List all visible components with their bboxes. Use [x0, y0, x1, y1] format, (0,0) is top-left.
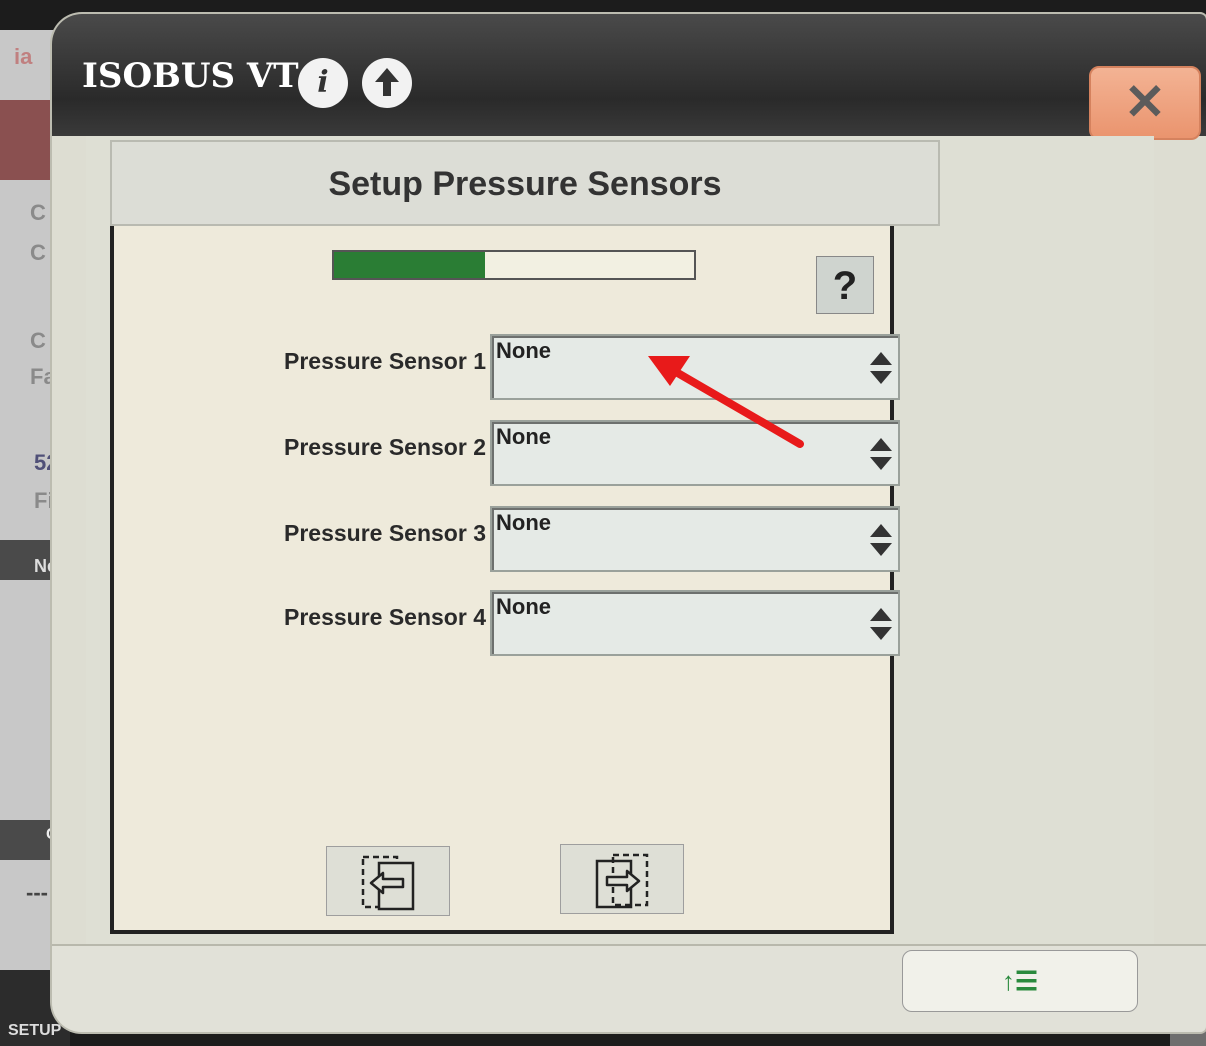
upload-icon[interactable] [362, 58, 412, 108]
sensor-row-4: Pressure Sensor 4 None [114, 590, 904, 656]
app-title: ISOBUS VT [82, 56, 299, 96]
sensor-row-3: Pressure Sensor 3 None [114, 506, 904, 572]
dropdown-value: None [496, 338, 551, 363]
up-down-arrows-icon [870, 608, 892, 640]
upload-arrow-icon [375, 68, 399, 96]
footer-menu-button[interactable]: ↑☰ [902, 950, 1138, 1012]
background-text: C [30, 240, 46, 265]
background-text: C [30, 200, 46, 225]
background-text: ia [14, 44, 33, 69]
sensor-label: Pressure Sensor 2 [283, 434, 486, 460]
back-page-icon [361, 855, 415, 911]
progress-fill [334, 252, 486, 278]
background-text: Fi [34, 488, 54, 513]
dropdown-value: None [496, 424, 551, 449]
sensor-label: Pressure Sensor 4 [283, 604, 486, 630]
back-page-button[interactable] [326, 846, 450, 916]
sensor-label: Pressure Sensor 1 [283, 348, 486, 374]
info-icon[interactable]: i [298, 58, 348, 108]
sensor-2-dropdown[interactable]: None [490, 420, 900, 486]
next-page-button[interactable] [560, 844, 684, 914]
up-down-arrows-icon [870, 352, 892, 384]
progress-bar [332, 250, 696, 280]
dialog-footer: ↑☰ [52, 944, 1206, 1032]
sensor-1-dropdown[interactable]: None [490, 334, 900, 400]
help-button[interactable]: ? [816, 256, 874, 314]
dropdown-value: None [496, 594, 551, 619]
up-down-arrows-icon [870, 524, 892, 556]
sensor-label: Pressure Sensor 3 [283, 520, 486, 546]
dropdown-value: None [496, 510, 551, 535]
next-page-icon [595, 853, 649, 909]
up-down-arrows-icon [870, 438, 892, 470]
sensor-row-2: Pressure Sensor 2 None [114, 420, 904, 486]
sensor-3-dropdown[interactable]: None [490, 506, 900, 572]
mask-title: Setup Pressure Sensors [110, 140, 940, 226]
isobus-vt-dialog: ISOBUS VT i ✕ Setup Pressure Sensors ? P… [52, 14, 1206, 1032]
background-text: C [30, 328, 46, 353]
sensor-4-dropdown[interactable]: None [490, 590, 900, 656]
title-bar: ISOBUS VT i ✕ [52, 14, 1206, 140]
close-button[interactable]: ✕ [1089, 66, 1201, 140]
sensor-row-1: Pressure Sensor 1 None [114, 334, 904, 400]
background-text: --- [26, 880, 48, 905]
data-mask: Setup Pressure Sensors ? Pressure Sensor… [110, 140, 940, 934]
